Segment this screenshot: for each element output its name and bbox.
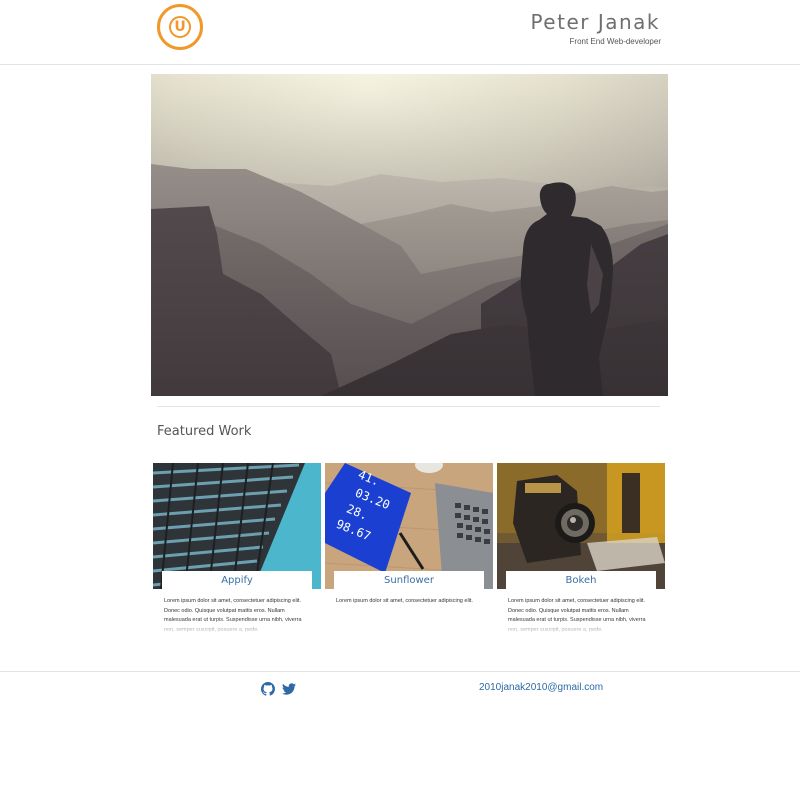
- logo[interactable]: U: [157, 4, 203, 50]
- github-icon[interactable]: [261, 681, 275, 696]
- card-description: Lorem ipsum dolor sit amet, consectetuer…: [336, 598, 473, 604]
- site-header: U Peter Janak Front End Web-developer: [0, 0, 800, 65]
- card-title[interactable]: Sunflower: [334, 571, 484, 590]
- card-fade: [153, 619, 321, 635]
- email-link[interactable]: 2010janak2010@gmail.com: [479, 682, 603, 693]
- project-card-appify[interactable]: Appify Lorem ipsum dolor sit amet, conse…: [153, 463, 321, 635]
- logo-inner-ring: U: [169, 16, 191, 38]
- hero-image: [151, 74, 668, 396]
- card-fade: [497, 619, 665, 635]
- hero-photo: [151, 74, 668, 396]
- site-role: Front End Web-developer: [569, 37, 661, 46]
- card-title[interactable]: Appify: [162, 571, 312, 590]
- project-card-bokeh[interactable]: Bokeh Lorem ipsum dolor sit amet, consec…: [497, 463, 665, 635]
- card-title[interactable]: Bokeh: [506, 571, 656, 590]
- card-fade: [325, 619, 493, 635]
- section-title: Featured Work: [157, 424, 252, 439]
- twitter-icon[interactable]: [282, 681, 296, 695]
- footer-divider: [0, 671, 800, 672]
- project-card-sunflower[interactable]: 41. 03.20 28. 98.67 Sunflower Lorem ipsu…: [325, 463, 493, 635]
- site-name: Peter Janak: [530, 10, 660, 34]
- logo-letter: U: [174, 19, 186, 35]
- section-divider: [157, 406, 660, 407]
